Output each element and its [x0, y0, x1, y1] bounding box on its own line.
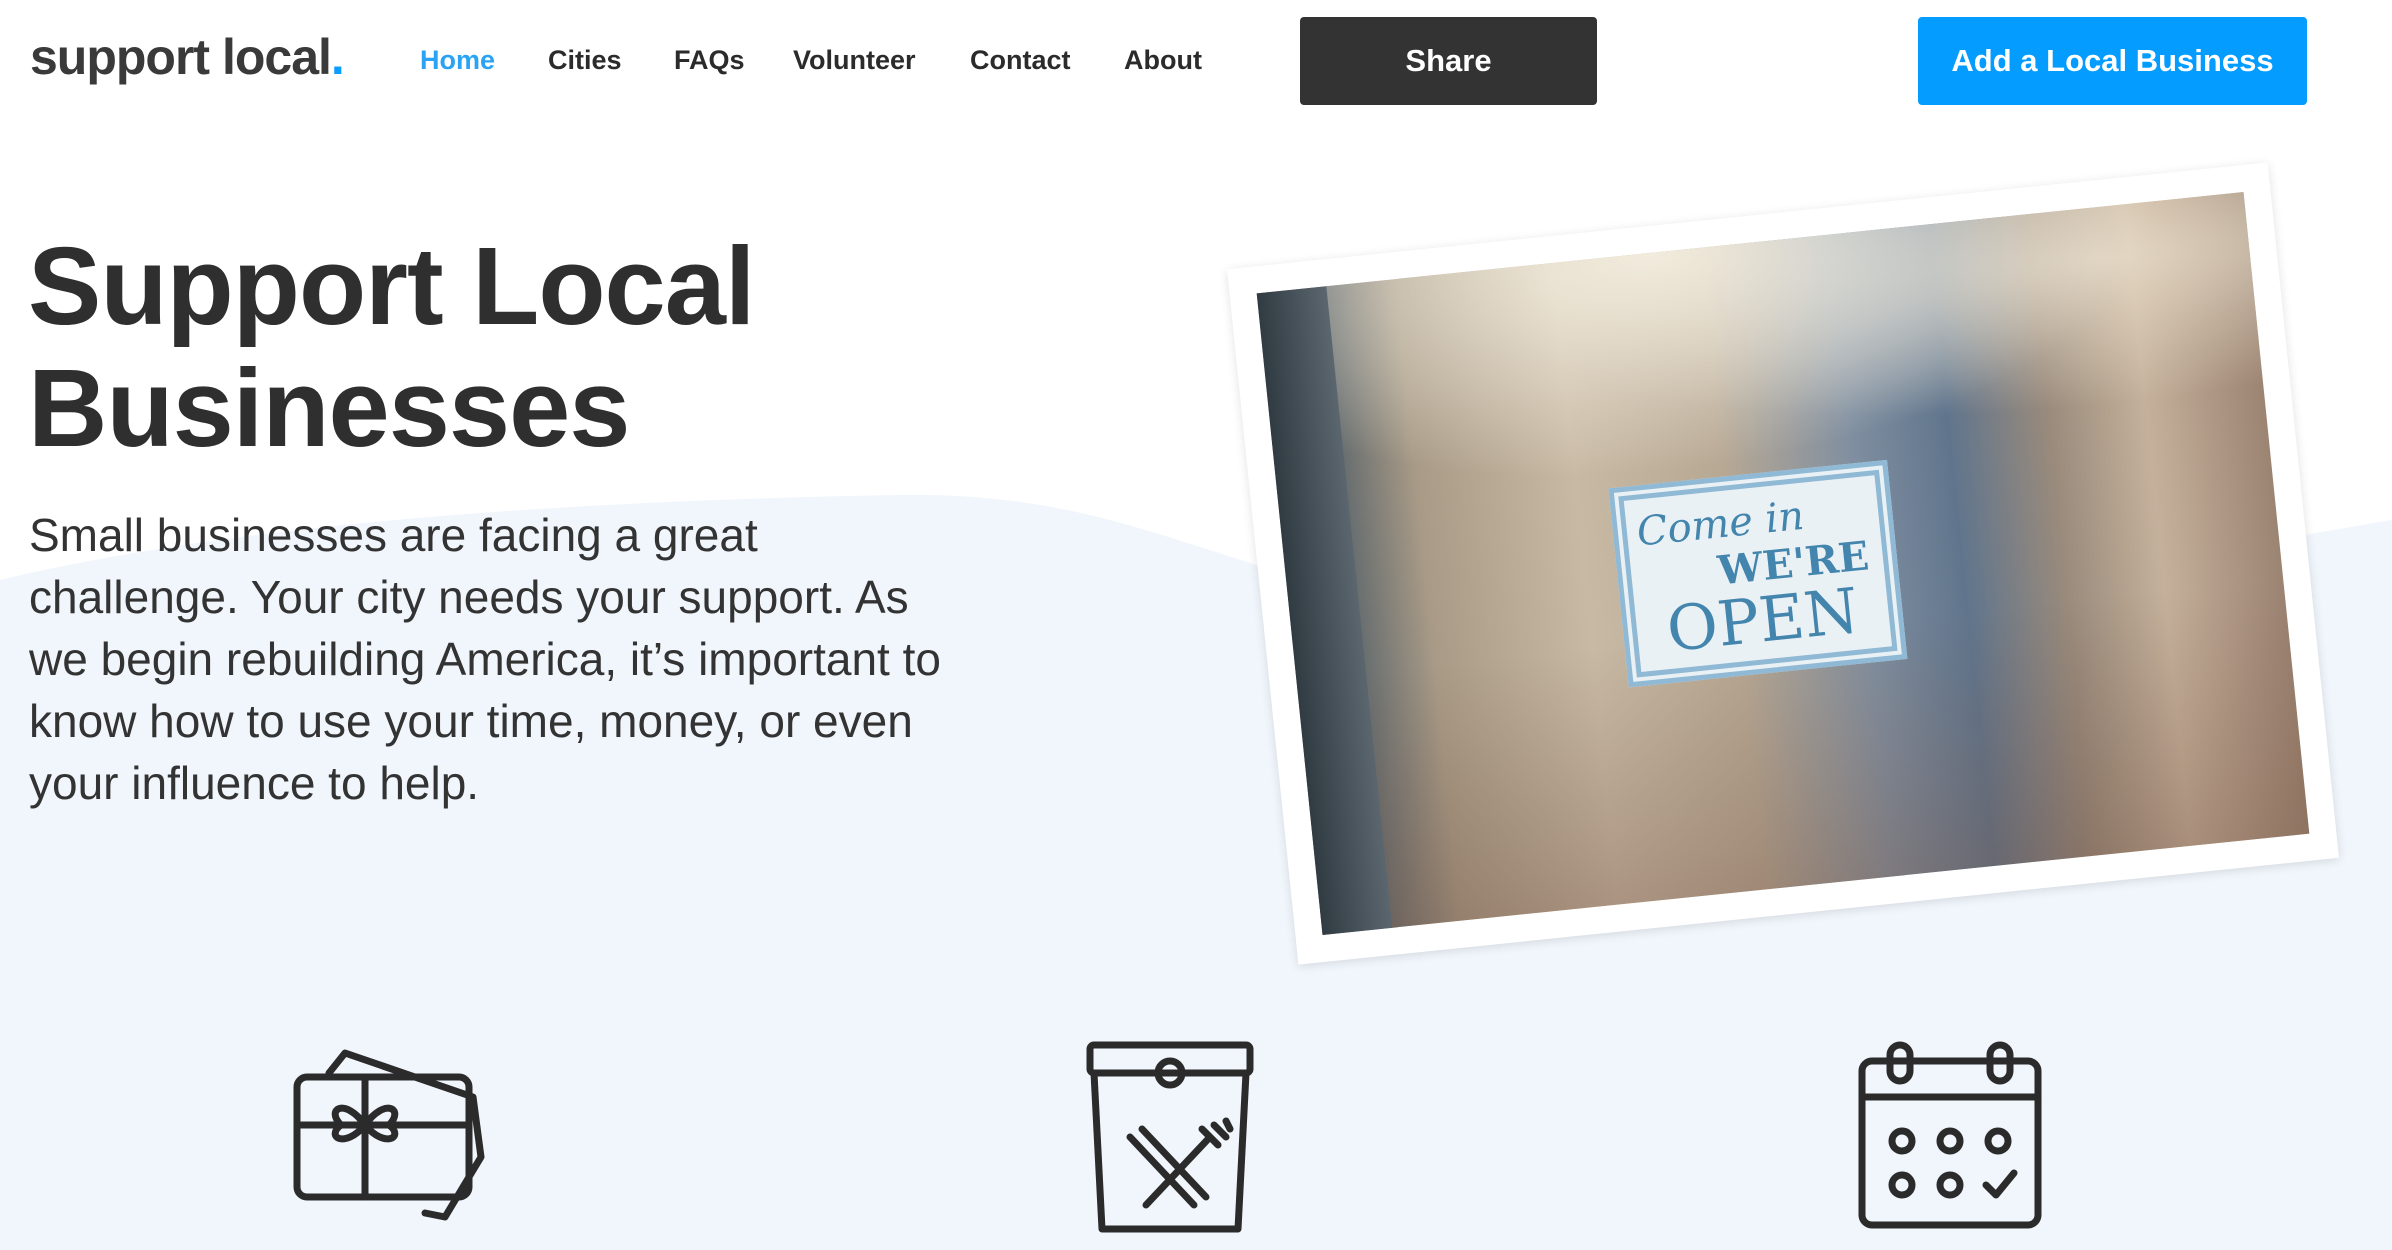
page-title: Support Local Businesses [28, 225, 755, 470]
nav-volunteer[interactable]: Volunteer [793, 45, 916, 76]
hero-photo: Come in WE'RE OPEN [1227, 162, 2339, 965]
calendar-icon [1858, 1041, 2042, 1229]
nav-home[interactable]: Home [420, 45, 495, 76]
open-sign-photo: Come in WE'RE OPEN [1256, 192, 2310, 935]
gift-card-icon [293, 1049, 485, 1221]
intro-text: Small businesses are facing a great chal… [29, 509, 941, 809]
nav-about[interactable]: About [1124, 45, 1202, 76]
share-button[interactable]: Share [1300, 17, 1597, 105]
open-sign: Come in WE'RE OPEN [1608, 459, 1908, 688]
food-takeout-bag-icon [1086, 1041, 1254, 1233]
add-local-business-button[interactable]: Add a Local Business [1918, 17, 2307, 105]
nav-cities[interactable]: Cities [548, 45, 622, 76]
nav-faqs[interactable]: FAQs [674, 45, 745, 76]
logo[interactable]: support local. [30, 28, 345, 86]
nav-contact[interactable]: Contact [970, 45, 1071, 76]
